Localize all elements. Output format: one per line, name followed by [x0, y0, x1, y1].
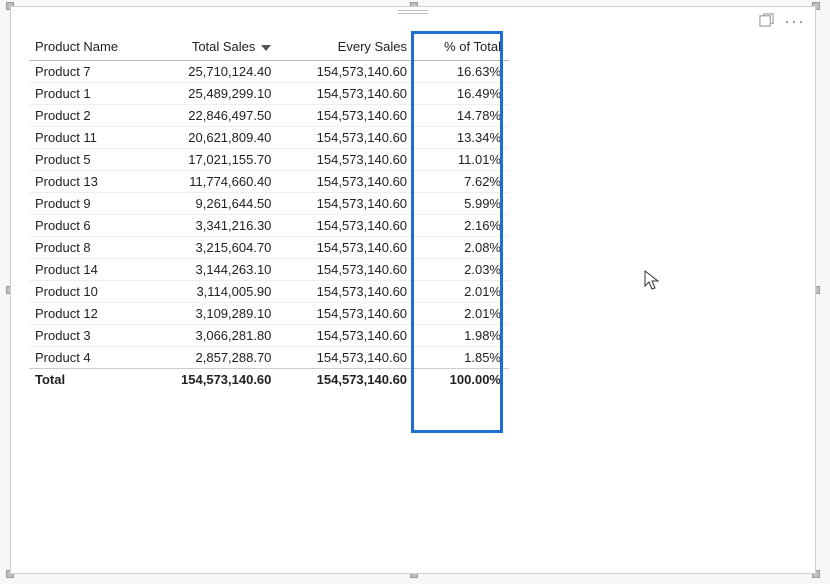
cell-name: Product 1 — [29, 83, 154, 105]
cell-every: 154,573,140.60 — [279, 325, 415, 347]
table-row[interactable]: Product 517,021,155.70154,573,140.6011.0… — [29, 149, 509, 171]
cell-sales: 3,144,263.10 — [154, 259, 279, 281]
cell-sales: 9,261,644.50 — [154, 193, 279, 215]
cell-sales: 3,114,005.90 — [154, 281, 279, 303]
cell-sales: 3,215,604.70 — [154, 237, 279, 259]
table-row[interactable]: Product 42,857,288.70154,573,140.601.85% — [29, 347, 509, 369]
total-pct: 100.00% — [415, 369, 509, 391]
cell-name: Product 13 — [29, 171, 154, 193]
data-table: Product Name Total Sales Every Sales % o… — [29, 35, 509, 390]
cell-pct: 2.01% — [415, 281, 509, 303]
cell-sales: 22,846,497.50 — [154, 105, 279, 127]
table-row[interactable]: Product 103,114,005.90154,573,140.602.01… — [29, 281, 509, 303]
table-row[interactable]: Product 1311,774,660.40154,573,140.607.6… — [29, 171, 509, 193]
cell-name: Product 8 — [29, 237, 154, 259]
cell-sales: 11,774,660.40 — [154, 171, 279, 193]
cell-every: 154,573,140.60 — [279, 171, 415, 193]
cell-name: Product 14 — [29, 259, 154, 281]
column-header-every[interactable]: Every Sales — [279, 35, 415, 61]
cell-name: Product 9 — [29, 193, 154, 215]
focus-mode-icon[interactable] — [759, 13, 774, 28]
total-row: Total154,573,140.60154,573,140.60100.00% — [29, 369, 509, 391]
cell-sales: 17,021,155.70 — [154, 149, 279, 171]
table-row[interactable]: Product 33,066,281.80154,573,140.601.98% — [29, 325, 509, 347]
cell-name: Product 10 — [29, 281, 154, 303]
cell-every: 154,573,140.60 — [279, 259, 415, 281]
cell-pct: 16.63% — [415, 61, 509, 83]
cell-every: 154,573,140.60 — [279, 193, 415, 215]
table-row[interactable]: Product 1120,621,809.40154,573,140.6013.… — [29, 127, 509, 149]
cell-name: Product 2 — [29, 105, 154, 127]
cell-every: 154,573,140.60 — [279, 61, 415, 83]
cell-every: 154,573,140.60 — [279, 83, 415, 105]
table-row[interactable]: Product 125,489,299.10154,573,140.6016.4… — [29, 83, 509, 105]
cell-pct: 1.85% — [415, 347, 509, 369]
cell-name: Product 4 — [29, 347, 154, 369]
table-row[interactable]: Product 83,215,604.70154,573,140.602.08% — [29, 237, 509, 259]
cell-every: 154,573,140.60 — [279, 215, 415, 237]
table-row[interactable]: Product 99,261,644.50154,573,140.605.99% — [29, 193, 509, 215]
cell-every: 154,573,140.60 — [279, 281, 415, 303]
cell-every: 154,573,140.60 — [279, 105, 415, 127]
cell-every: 154,573,140.60 — [279, 303, 415, 325]
cell-name: Product 3 — [29, 325, 154, 347]
column-header-name[interactable]: Product Name — [29, 35, 154, 61]
cell-every: 154,573,140.60 — [279, 127, 415, 149]
cell-every: 154,573,140.60 — [279, 237, 415, 259]
cell-name: Product 7 — [29, 61, 154, 83]
cell-every: 154,573,140.60 — [279, 347, 415, 369]
more-options-icon[interactable]: ··· — [784, 16, 805, 26]
column-header-pct[interactable]: % of Total — [415, 35, 509, 61]
cell-sales: 20,621,809.40 — [154, 127, 279, 149]
total-every: 154,573,140.60 — [279, 369, 415, 391]
cell-name: Product 6 — [29, 215, 154, 237]
total-sales: 154,573,140.60 — [154, 369, 279, 391]
cell-pct: 11.01% — [415, 149, 509, 171]
cell-pct: 2.08% — [415, 237, 509, 259]
table-row[interactable]: Product 143,144,263.10154,573,140.602.03… — [29, 259, 509, 281]
cell-name: Product 12 — [29, 303, 154, 325]
cell-pct: 14.78% — [415, 105, 509, 127]
cell-every: 154,573,140.60 — [279, 149, 415, 171]
cell-sales: 25,710,124.40 — [154, 61, 279, 83]
cell-name: Product 5 — [29, 149, 154, 171]
cell-sales: 3,341,216.30 — [154, 215, 279, 237]
cell-sales: 25,489,299.10 — [154, 83, 279, 105]
cell-pct: 16.49% — [415, 83, 509, 105]
cell-pct: 5.99% — [415, 193, 509, 215]
table-visual[interactable]: ··· Product Name Total Sales Every Sales… — [10, 6, 816, 574]
cell-pct: 2.01% — [415, 303, 509, 325]
total-label: Total — [29, 369, 154, 391]
cell-sales: 2,857,288.70 — [154, 347, 279, 369]
sort-desc-icon — [261, 45, 271, 51]
drag-grip-icon[interactable] — [398, 10, 428, 14]
cell-pct: 13.34% — [415, 127, 509, 149]
cell-pct: 1.98% — [415, 325, 509, 347]
cell-pct: 2.03% — [415, 259, 509, 281]
cell-sales: 3,066,281.80 — [154, 325, 279, 347]
table-row[interactable]: Product 725,710,124.40154,573,140.6016.6… — [29, 61, 509, 83]
cell-sales: 3,109,289.10 — [154, 303, 279, 325]
cell-pct: 2.16% — [415, 215, 509, 237]
table-row[interactable]: Product 222,846,497.50154,573,140.6014.7… — [29, 105, 509, 127]
cell-name: Product 11 — [29, 127, 154, 149]
table-row[interactable]: Product 123,109,289.10154,573,140.602.01… — [29, 303, 509, 325]
column-header-sales[interactable]: Total Sales — [154, 35, 279, 61]
table-row[interactable]: Product 63,341,216.30154,573,140.602.16% — [29, 215, 509, 237]
cell-pct: 7.62% — [415, 171, 509, 193]
